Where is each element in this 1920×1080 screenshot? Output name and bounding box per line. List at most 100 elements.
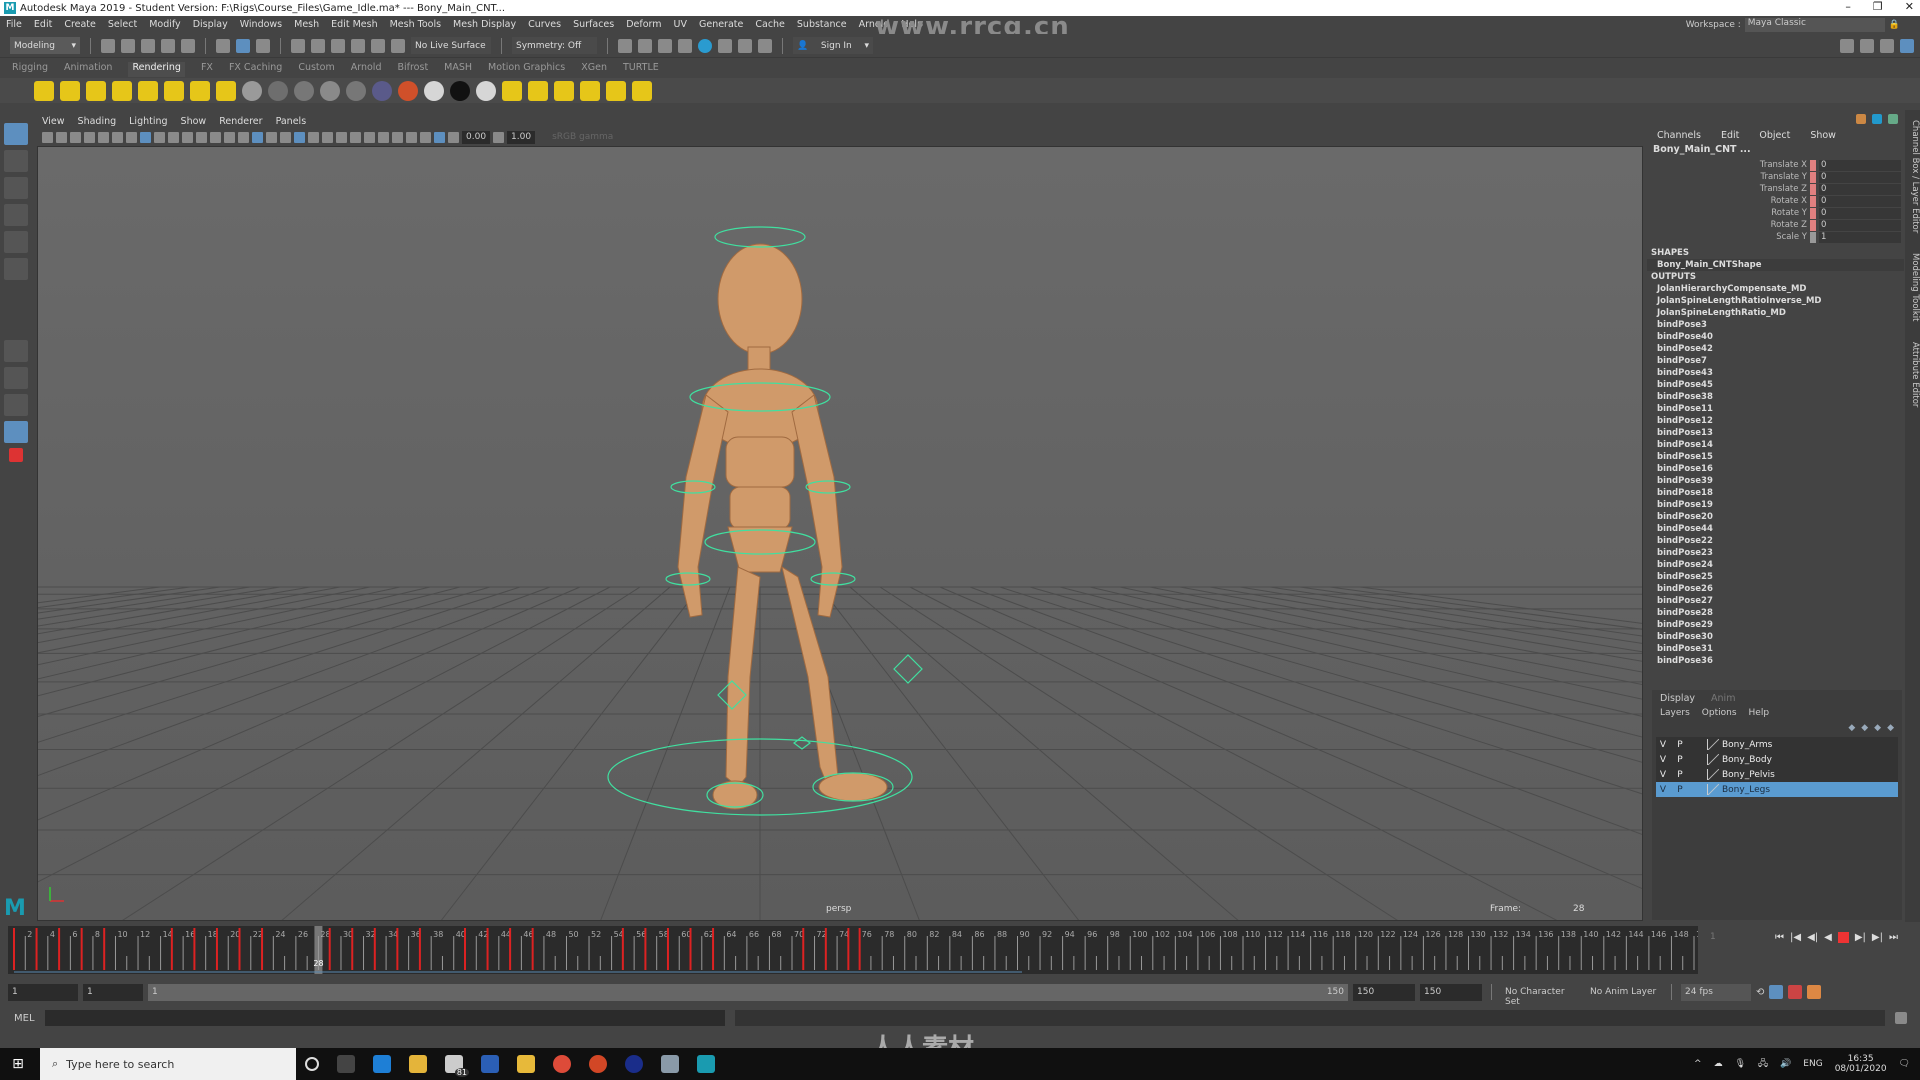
grid-icon[interactable] (140, 131, 151, 143)
side-tab[interactable]: Attribute Editor (1905, 342, 1920, 407)
shelf-tool-icon[interactable] (372, 80, 392, 101)
network-icon[interactable]: 🖧 (1758, 1056, 1768, 1072)
shelf-tool-icon[interactable] (528, 80, 548, 101)
xray-joints-icon[interactable] (406, 131, 417, 143)
time-slider[interactable]: 2 4 6 8 10 12 14 16 18 20 22 24 26 28 30 32 34 36 38 40 42 44… (8, 926, 1711, 974)
mail-icon[interactable]: 81 (445, 1055, 469, 1077)
output-node[interactable]: JolanSpineLengthRatio_MD (1647, 307, 1904, 319)
loop-icon[interactable]: ⟲ (1756, 987, 1764, 998)
channel-box-menu-object[interactable]: Object (1759, 130, 1790, 141)
layer-name[interactable]: Bony_Body (1722, 755, 1772, 765)
attribute-value[interactable]: 0 (1819, 171, 1901, 183)
output-node[interactable]: bindPose30 (1647, 631, 1904, 643)
visibility-toggle[interactable]: V (1656, 755, 1670, 765)
output-node[interactable]: JolanSpineLengthRatioInverse_MD (1647, 295, 1904, 307)
attribute-value[interactable]: 1 (1819, 231, 1901, 243)
panel-menu-shading[interactable]: Shading (78, 116, 117, 130)
open-scene-icon[interactable] (121, 38, 135, 53)
menu-set-dropdown[interactable]: Modeling ▾ (10, 37, 80, 54)
shelf-tool-icon[interactable] (112, 80, 132, 101)
shelf-tool-icon[interactable] (34, 80, 54, 101)
volume-icon[interactable]: 🔊 (1780, 1059, 1791, 1069)
default-material-icon[interactable] (266, 131, 277, 143)
playback-toggle[interactable]: P (1673, 785, 1687, 795)
playback-end-field[interactable]: 150 (1353, 983, 1415, 1001)
shelf-tool-icon[interactable] (606, 80, 626, 101)
animation-start-field[interactable]: 1 (8, 983, 78, 1001)
new-empty-layer-icon[interactable]: ◆ (1874, 723, 1881, 733)
visibility-toggle[interactable]: V (1656, 770, 1670, 780)
output-node[interactable]: bindPose40 (1647, 331, 1904, 343)
attribute-icon[interactable] (1856, 114, 1866, 124)
shelf-tool-icon[interactable] (86, 80, 106, 101)
output-node[interactable]: bindPose38 (1647, 391, 1904, 403)
four-view-layout-icon[interactable] (4, 367, 28, 389)
depth-of-field-icon[interactable] (378, 131, 389, 143)
snap-vertex-icon[interactable] (391, 38, 405, 53)
render-frame-icon[interactable] (638, 38, 652, 53)
output-node[interactable]: bindPose45 (1647, 379, 1904, 391)
new-scene-icon[interactable] (101, 38, 115, 53)
modeling-toolkit-icon[interactable] (1840, 38, 1854, 53)
auto-key-icon[interactable] (1788, 985, 1803, 999)
image-plane-icon[interactable] (84, 131, 95, 143)
attribute-editor-icon[interactable] (1880, 38, 1894, 53)
output-node[interactable]: bindPose13 (1647, 427, 1904, 439)
select-object-icon[interactable] (236, 38, 250, 53)
viewport-persp[interactable]: persp Frame: 28 (37, 146, 1643, 921)
resolution-gate-icon[interactable] (168, 131, 179, 143)
clock[interactable]: 16:35 08/01/2020 (1835, 1054, 1887, 1074)
shelf-tool-icon[interactable] (346, 80, 366, 101)
attribute-value[interactable]: 0 (1819, 207, 1901, 219)
shelf-tool-icon[interactable] (268, 80, 288, 101)
channel-box-menu-show[interactable]: Show (1810, 130, 1836, 141)
xray-icon[interactable] (294, 131, 305, 143)
output-node[interactable]: JolanHierarchyCompensate_MD (1647, 283, 1904, 295)
notifications-icon[interactable]: 🗨 (1899, 1059, 1910, 1069)
shelf-tool-icon[interactable] (60, 80, 80, 101)
menu-file[interactable]: File (6, 19, 22, 30)
bookmark-icon[interactable] (70, 131, 81, 143)
layer-name[interactable]: Bony_Arms (1722, 740, 1772, 750)
field-chart-icon[interactable] (196, 131, 207, 143)
attribute-value[interactable]: 0 (1819, 159, 1901, 171)
snap-surface-icon[interactable] (371, 38, 385, 53)
symmetry-dropdown[interactable]: Symmetry: Off (512, 37, 597, 54)
file-explorer-icon[interactable] (517, 1055, 535, 1073)
command-input[interactable] (44, 1010, 725, 1026)
step-forward-key-button[interactable]: ▶| (1855, 932, 1866, 943)
gate-mask-icon[interactable] (182, 131, 193, 143)
layer-name[interactable]: Bony_Legs (1722, 785, 1770, 795)
go-to-start-button[interactable]: ⏮ (1775, 932, 1784, 943)
microphone-icon[interactable]: 🎙 (1735, 1059, 1746, 1069)
output-node[interactable]: bindPose28 (1647, 607, 1904, 619)
step-back-key-button[interactable]: ◀| (1807, 932, 1818, 943)
menu-deform[interactable]: Deform (626, 19, 661, 30)
output-node[interactable]: bindPose26 (1647, 583, 1904, 595)
anti-alias-icon[interactable] (364, 131, 375, 143)
language-indicator[interactable]: ENG (1803, 1059, 1822, 1069)
shelf-tab-xgen[interactable]: XGen (581, 62, 607, 77)
output-node[interactable]: bindPose44 (1647, 523, 1904, 535)
output-node[interactable]: bindPose39 (1647, 475, 1904, 487)
shelf-tool-icon[interactable] (554, 80, 574, 101)
menu-generate[interactable]: Generate (699, 19, 743, 30)
channel-attribute[interactable]: Rotate Y 0 (1647, 207, 1901, 219)
help-line-icon[interactable] (1872, 114, 1882, 124)
command-language-label[interactable]: MEL (14, 1013, 35, 1024)
shelf-tab-custom[interactable]: Custom (298, 62, 334, 77)
menu-edit-mesh[interactable]: Edit Mesh (331, 19, 377, 30)
channel-box-toggle-icon[interactable] (1900, 38, 1914, 53)
output-node[interactable]: bindPose14 (1647, 439, 1904, 451)
tool-settings-icon[interactable] (1888, 114, 1898, 124)
layer-row[interactable]: V P Bony_Pelvis (1656, 767, 1898, 782)
attribute-name[interactable]: Scale Y (1776, 232, 1807, 242)
output-node[interactable]: bindPose15 (1647, 451, 1904, 463)
grease-pencil-icon[interactable] (98, 131, 109, 143)
lock-icon[interactable]: 🔒 (1889, 20, 1900, 30)
anim-layer-dropdown[interactable]: No Anim Layer (1586, 983, 1662, 1001)
workspace-dropdown[interactable]: Maya Classic (1744, 18, 1885, 32)
shelf-tool-icon[interactable] (164, 80, 184, 101)
panel-menu-lighting[interactable]: Lighting (129, 116, 167, 130)
character-set-dropdown[interactable]: No Character Set (1501, 983, 1581, 1007)
